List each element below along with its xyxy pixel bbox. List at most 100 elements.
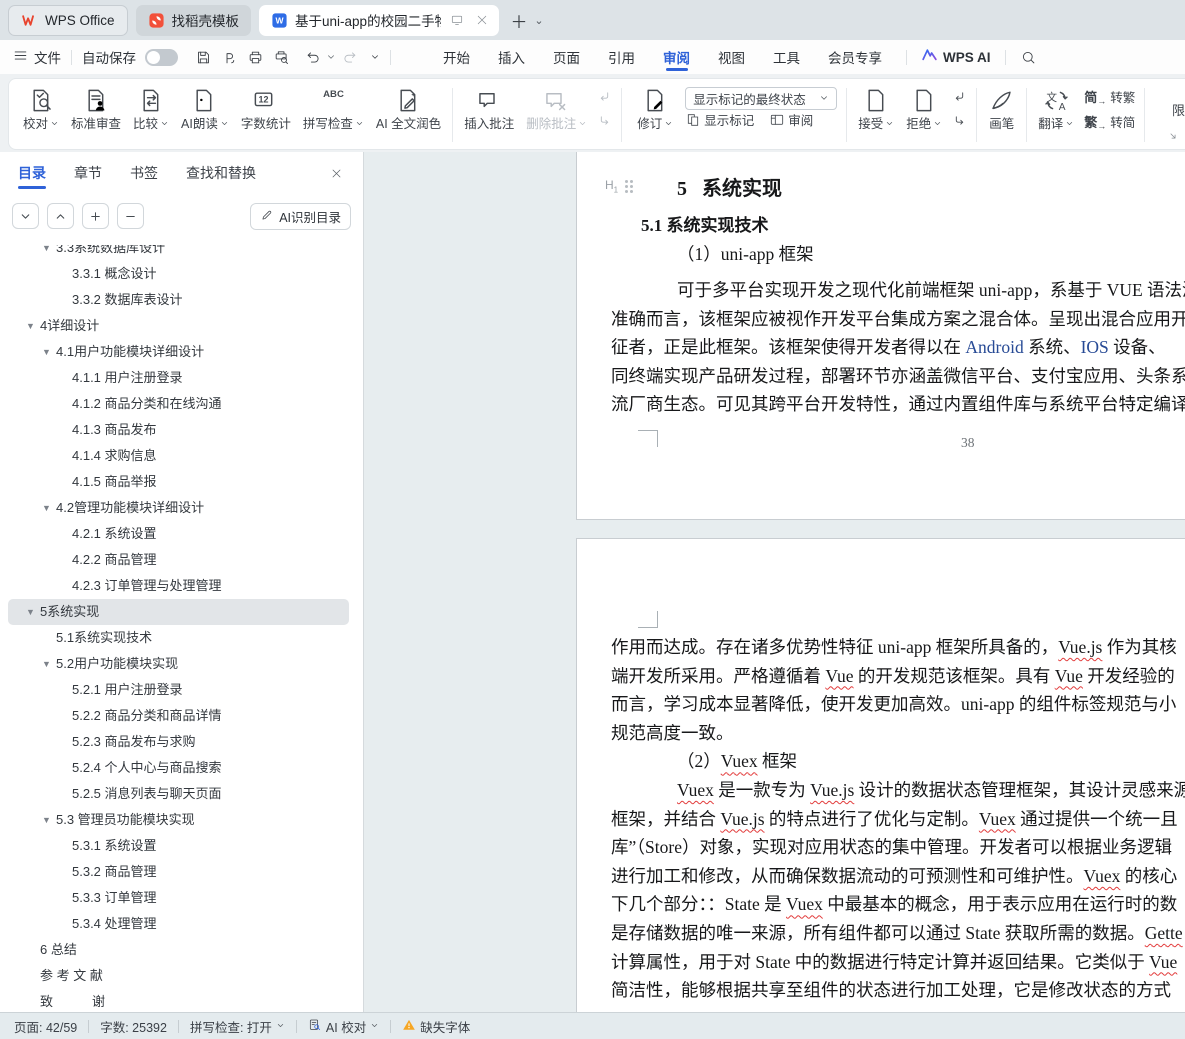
toc-item[interactable]: 6 总结 bbox=[8, 937, 349, 963]
wps-ai-button[interactable]: WPS AI bbox=[921, 47, 991, 67]
ribbon-审阅-button[interactable]: 审阅 bbox=[769, 110, 816, 129]
toc-item[interactable]: ▼4.2管理功能模块详细设计 bbox=[8, 495, 349, 521]
ai-proof-status[interactable]: AI 校对 bbox=[308, 1017, 379, 1036]
autosave-toggle[interactable] bbox=[145, 49, 178, 66]
ribbon-接受-button[interactable]: 接受 bbox=[852, 83, 900, 132]
ribbon-画笔-button[interactable]: 画笔 bbox=[982, 83, 1021, 132]
missing-font-warning[interactable]: 缺失字体 bbox=[402, 1017, 470, 1036]
app-tab-docer[interactable]: 找稻壳模板 bbox=[136, 5, 252, 36]
menu-tab-开始[interactable]: 开始 bbox=[429, 40, 484, 74]
toc-item[interactable]: ▼5.2用户功能模块实现 bbox=[8, 651, 349, 677]
heading-level-marker[interactable]: H1 bbox=[605, 178, 633, 194]
minus-icon[interactable] bbox=[117, 203, 144, 229]
toc-collapse-arrow-icon[interactable]: ▼ bbox=[26, 313, 40, 339]
ribbon-修订-button[interactable]: 修订 bbox=[631, 83, 679, 135]
toc-item[interactable]: 5.2.3 商品发布与求购 bbox=[8, 729, 349, 755]
toc-item[interactable]: ▼5.3 管理员功能模块实现 bbox=[8, 807, 349, 833]
ribbon-AI朗读-button[interactable]: AI朗读 bbox=[175, 83, 235, 132]
toc-item[interactable]: 4.1.4 求购信息 bbox=[8, 443, 349, 469]
close-icon[interactable] bbox=[325, 162, 347, 184]
toc-item[interactable]: 参 考 文 献 bbox=[8, 963, 349, 989]
ribbon-比较-button[interactable]: 比较 bbox=[127, 83, 175, 132]
restrict-edit-button[interactable]: 限制编辑 bbox=[1172, 100, 1185, 119]
toc-item[interactable]: ▼5系统实现 bbox=[8, 599, 349, 625]
ribbon-拼写检查-button[interactable]: ABC拼写检查 bbox=[297, 83, 370, 132]
new-tab-button[interactable]: ＋ bbox=[507, 8, 531, 32]
sidebar-tab-书签[interactable]: 书签 bbox=[130, 152, 158, 194]
toc-collapse-arrow-icon[interactable]: ▼ bbox=[42, 495, 56, 521]
chev-icon[interactable] bbox=[326, 50, 336, 65]
document-page-39[interactable]: 作用而达成。存在诸多优势性特征 uni-app 框架所具备的，Vue.js 作为… bbox=[576, 538, 1185, 1012]
toc-item[interactable]: 4.1.1 用户注册登录 bbox=[8, 365, 349, 391]
convert-转繁-button[interactable]: 简→转繁 bbox=[1084, 87, 1135, 106]
ribbon-翻译-button[interactable]: 文A翻译 bbox=[1032, 83, 1080, 132]
sidebar-tab-查找和替换[interactable]: 查找和替换 bbox=[186, 152, 256, 194]
toc-item[interactable]: ▼4详细设计 bbox=[8, 313, 349, 339]
chev-icon[interactable] bbox=[12, 203, 39, 229]
convert-转简-button[interactable]: 繁→转简 bbox=[1084, 112, 1135, 131]
spell-check-status[interactable]: 拼写检查: 打开 bbox=[190, 1017, 285, 1036]
toc-item[interactable]: 5.3.4 处理管理 bbox=[8, 911, 349, 937]
preview-icon[interactable] bbox=[268, 45, 294, 69]
toc-item[interactable]: ▼3.3系统数据库设计 bbox=[8, 245, 349, 261]
markup-state-select[interactable]: 显示标记的最终状态 bbox=[685, 87, 837, 110]
ribbon-expand-icon[interactable] bbox=[1168, 128, 1178, 146]
menu-tab-页面[interactable]: 页面 bbox=[539, 40, 594, 74]
ai-recognize-toc-button[interactable]: AI识别目录 bbox=[250, 203, 351, 230]
ribbon-AI 全文润色-button[interactable]: AI 全文润色 bbox=[370, 83, 447, 132]
app-tab-document[interactable]: W基于uni-app的校园二手物品 bbox=[259, 5, 499, 36]
menu-tab-工具[interactable]: 工具 bbox=[759, 40, 814, 74]
app-tab-wps-office[interactable]: WPS Office bbox=[8, 5, 128, 36]
toc-item[interactable]: 4.2.2 商品管理 bbox=[8, 547, 349, 573]
toc-item[interactable]: ▼4.1用户功能模块详细设计 bbox=[8, 339, 349, 365]
search-icon[interactable] bbox=[1016, 45, 1042, 69]
chev-icon[interactable] bbox=[370, 50, 380, 65]
print-icon[interactable] bbox=[242, 45, 268, 69]
toc-collapse-arrow-icon[interactable]: ▼ bbox=[42, 245, 56, 261]
word-count-indicator[interactable]: 字数: 25392 bbox=[100, 1017, 167, 1036]
toc-item[interactable]: 4.2.1 系统设置 bbox=[8, 521, 349, 547]
toc-item[interactable]: 5.1系统实现技术 bbox=[8, 625, 349, 651]
plus-icon[interactable] bbox=[82, 203, 109, 229]
sidebar-tab-目录[interactable]: 目录 bbox=[18, 152, 46, 194]
sidebar-tab-章节[interactable]: 章节 bbox=[74, 152, 102, 194]
toc-item[interactable]: 5.2.4 个人中心与商品搜索 bbox=[8, 755, 349, 781]
page-indicator[interactable]: 页面: 42/59 bbox=[14, 1017, 77, 1036]
toc-item[interactable]: 5.3.2 商品管理 bbox=[8, 859, 349, 885]
toc-item[interactable]: 4.1.3 商品发布 bbox=[8, 417, 349, 443]
export-icon[interactable] bbox=[216, 45, 242, 69]
share-to-screen-icon[interactable] bbox=[448, 11, 466, 29]
file-menu[interactable]: 文件 bbox=[12, 47, 61, 67]
toc-item[interactable]: 3.3.1 概念设计 bbox=[8, 261, 349, 287]
ribbon-标准审查-button[interactable]: 标准审查 bbox=[65, 83, 127, 132]
drag-handle-icon[interactable] bbox=[625, 180, 633, 193]
save-icon[interactable] bbox=[190, 45, 216, 69]
tab-list-chevron-icon[interactable]: ⌄ bbox=[531, 8, 547, 32]
toc-item[interactable]: 4.1.2 商品分类和在线沟通 bbox=[8, 391, 349, 417]
menu-tab-引用[interactable]: 引用 bbox=[594, 40, 649, 74]
toc-item[interactable]: 4.2.3 订单管理与处理管理 bbox=[8, 573, 349, 599]
toc-item[interactable]: 3.3.2 数据库表设计 bbox=[8, 287, 349, 313]
ribbon-插入批注-button[interactable]: 插入批注 bbox=[458, 83, 520, 132]
chev-up-icon[interactable] bbox=[47, 203, 74, 229]
toc-item[interactable]: 5.3.3 订单管理 bbox=[8, 885, 349, 911]
menu-tab-会员专享[interactable]: 会员专享 bbox=[814, 40, 896, 74]
toc-item[interactable]: 致 谢 bbox=[8, 989, 349, 1012]
close-icon[interactable] bbox=[473, 11, 491, 29]
toc-collapse-arrow-icon[interactable]: ▼ bbox=[42, 339, 56, 365]
toc-collapse-arrow-icon[interactable]: ▼ bbox=[42, 807, 56, 833]
undo-icon[interactable] bbox=[300, 45, 326, 69]
ribbon-显示标记-button[interactable]: 显示标记 bbox=[685, 110, 757, 129]
ribbon-字数统计-button[interactable]: 12字数统计 bbox=[235, 83, 297, 132]
toc-item[interactable]: 5.2.2 商品分类和商品详情 bbox=[8, 703, 349, 729]
redo-icon[interactable] bbox=[336, 45, 362, 69]
ribbon-拒绝-button[interactable]: 拒绝 bbox=[900, 83, 948, 132]
toc-item[interactable]: 5.2.1 用户注册登录 bbox=[8, 677, 349, 703]
menu-tab-审阅[interactable]: 审阅 bbox=[649, 40, 704, 74]
menu-tab-插入[interactable]: 插入 bbox=[484, 40, 539, 74]
toc-item[interactable]: 5.2.5 消息列表与聊天页面 bbox=[8, 781, 349, 807]
next-change-button[interactable] bbox=[951, 113, 968, 130]
document-page-38[interactable]: H1 5 系统实现 5.1 系统实现技术 （1）uni-app 框架 可于多平台… bbox=[576, 152, 1185, 520]
toc-collapse-arrow-icon[interactable]: ▼ bbox=[42, 651, 56, 677]
toc-collapse-arrow-icon[interactable]: ▼ bbox=[26, 599, 40, 625]
